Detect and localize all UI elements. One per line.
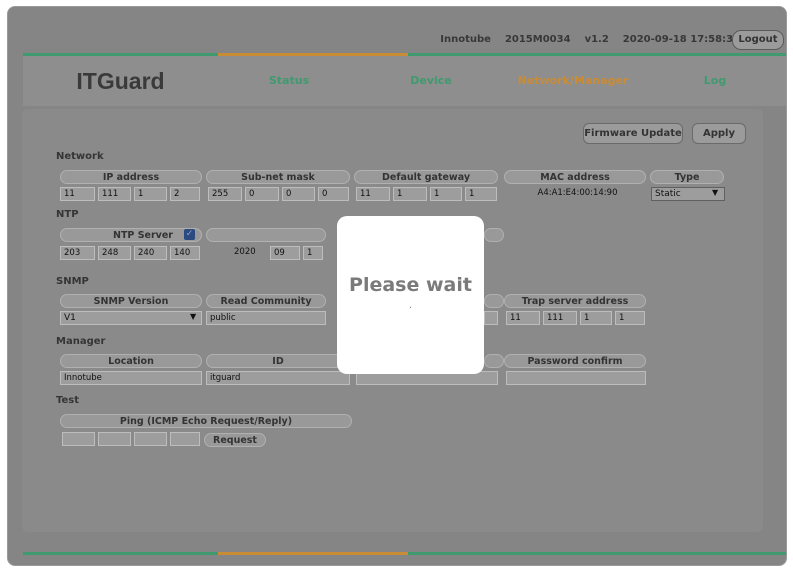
read-community-header: Read Community xyxy=(206,294,326,308)
ip-address-header: IP address xyxy=(60,170,202,184)
trap-octet-1[interactable]: 11 xyxy=(506,311,540,325)
current-datetime: 2020-09-18 17:58:37 xyxy=(622,34,740,45)
password-confirm-header: Password confirm xyxy=(504,354,646,368)
trap-octet-4[interactable]: 1 xyxy=(615,311,645,325)
ip-octet-4[interactable]: 2 xyxy=(170,187,200,201)
divider xyxy=(23,552,218,555)
id-header: ID xyxy=(206,354,350,368)
ntp-header-edge xyxy=(484,228,504,242)
divider xyxy=(408,552,786,555)
ntp-enable-checkbox[interactable]: ✓ xyxy=(184,229,195,240)
please-wait-dialog: Please wait . xyxy=(337,216,484,374)
snmp-version-header: SNMP Version xyxy=(60,294,202,308)
location-input[interactable]: Innotube xyxy=(60,371,202,385)
ip-octet-2[interactable]: 111 xyxy=(98,187,131,201)
ping-request-button[interactable]: Request xyxy=(204,433,266,447)
snmp-version-select[interactable]: V1 xyxy=(60,311,202,325)
divider xyxy=(218,552,408,555)
network-section-label: Network xyxy=(56,151,104,162)
nav-status[interactable]: Status xyxy=(218,56,360,106)
location-header: Location xyxy=(60,354,202,368)
ping-octet-2[interactable] xyxy=(98,432,131,446)
ntp-datetime-header xyxy=(206,228,326,242)
ping-octet-4[interactable] xyxy=(170,432,200,446)
type-header: Type xyxy=(650,170,724,184)
please-wait-title: Please wait xyxy=(349,274,472,296)
manager-section-label: Manager xyxy=(56,336,106,347)
nav-log[interactable]: Log xyxy=(644,56,786,106)
read-community-input[interactable]: public xyxy=(206,311,326,325)
ntp-octet-3[interactable]: 240 xyxy=(134,246,167,260)
manager-header-edge xyxy=(484,354,504,368)
subnet-octet-2[interactable]: 0 xyxy=(245,187,279,201)
trap-server-header: Trap server address xyxy=(504,294,646,308)
ping-octet-3[interactable] xyxy=(134,432,167,446)
company-name: Innotube xyxy=(440,34,491,45)
snmp-version-value: V1 xyxy=(64,313,76,323)
ntp-section-label: NTP xyxy=(56,209,79,220)
ntp-date-month[interactable]: 09 xyxy=(270,246,300,260)
ntp-server-header: NTP Server xyxy=(60,228,202,242)
logout-button[interactable]: Logout xyxy=(732,30,784,50)
snmp-header-edge xyxy=(484,294,504,308)
subnet-octet-3[interactable]: 0 xyxy=(282,187,315,201)
id-input[interactable]: itguard xyxy=(206,371,350,385)
password-confirm-input[interactable] xyxy=(506,371,646,385)
app-logo: ITGuard xyxy=(76,68,165,94)
ip-octet-3[interactable]: 1 xyxy=(134,187,167,201)
nav-network-manager[interactable]: Network/Manager xyxy=(502,56,644,106)
firmware-version: v1.2 xyxy=(584,34,609,45)
trap-octet-3[interactable]: 1 xyxy=(580,311,612,325)
apply-button[interactable]: Apply xyxy=(692,123,746,144)
mac-address-header: MAC address xyxy=(504,170,646,184)
ntp-octet-4[interactable]: 140 xyxy=(170,246,200,260)
firmware-update-button[interactable]: Firmware Update xyxy=(583,123,683,144)
write-community-input[interactable] xyxy=(484,311,498,325)
subnet-mask-header: Sub-net mask xyxy=(206,170,350,184)
trap-octet-2[interactable]: 111 xyxy=(543,311,577,325)
gateway-octet-4[interactable]: 1 xyxy=(465,187,497,201)
gateway-octet-3[interactable]: 1 xyxy=(430,187,462,201)
ping-header: Ping (ICMP Echo Request/Reply) xyxy=(60,414,352,428)
progress-indicator: . xyxy=(408,300,413,311)
ping-octet-1[interactable] xyxy=(62,432,95,446)
serial-number: 2015M0034 xyxy=(504,34,571,45)
ip-octet-1[interactable]: 11 xyxy=(60,187,95,201)
mac-address-value: A4:A1:E4:00:14:90 xyxy=(537,188,618,198)
ntp-octet-1[interactable]: 203 xyxy=(60,246,95,260)
gateway-octet-1[interactable]: 11 xyxy=(356,187,390,201)
chevron-down-icon: ▼ xyxy=(190,312,197,321)
ntp-octet-2[interactable]: 248 xyxy=(98,246,131,260)
main-nav: ITGuard Status Device Network/Manager Lo… xyxy=(23,56,786,106)
gateway-octet-2[interactable]: 1 xyxy=(393,187,427,201)
subnet-octet-4[interactable]: 0 xyxy=(318,187,349,201)
ntp-date-day[interactable]: 1 xyxy=(303,246,323,260)
top-bar: Innotube 2015M0034 v1.2 2020-09-18 17:58… xyxy=(8,7,786,53)
subnet-octet-1[interactable]: 255 xyxy=(208,187,242,201)
chevron-down-icon: ▼ xyxy=(712,188,719,197)
default-gateway-header: Default gateway xyxy=(354,170,498,184)
type-select-value: Static xyxy=(655,189,681,199)
nav-device[interactable]: Device xyxy=(360,56,502,106)
test-section-label: Test xyxy=(56,395,80,406)
snmp-section-label: SNMP xyxy=(56,276,89,287)
ntp-date-year[interactable]: 2020 xyxy=(231,246,267,260)
device-info: Innotube 2015M0034 v1.2 2020-09-18 17:58… xyxy=(440,34,740,45)
